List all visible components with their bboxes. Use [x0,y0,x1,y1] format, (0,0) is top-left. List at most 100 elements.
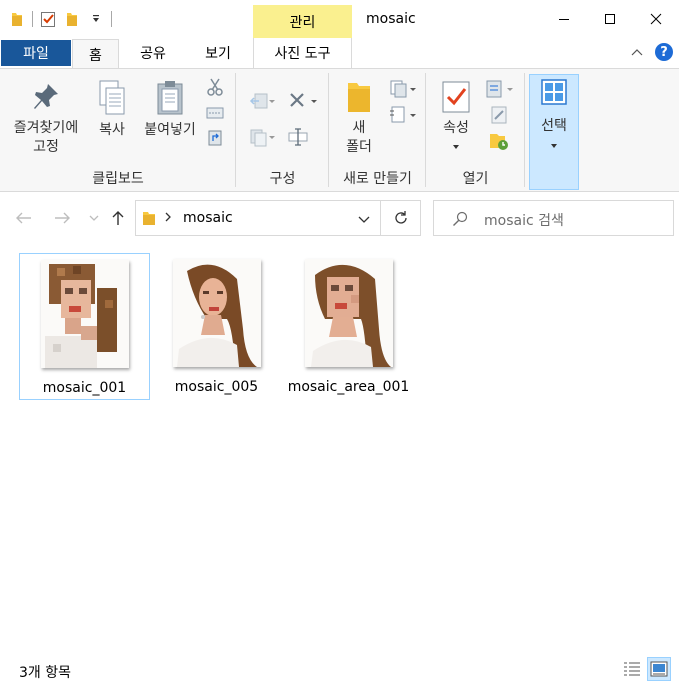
toolbar-divider [32,11,33,27]
minimize-button[interactable] [541,0,587,38]
move-to-icon[interactable] [246,91,276,111]
rename-icon[interactable] [286,127,310,147]
up-arrow-icon [112,211,124,225]
quick-access-toolbar [8,9,112,29]
image-thumbnail [304,259,393,367]
file-explorer-window: 관리 mosaic 파일 홈 공유 보기 사진 도구 ? 즐겨찾기에 고정 복사… [0,0,679,687]
chevron-down-icon [89,215,99,221]
pin-to-quick-access-button[interactable]: 즐겨찾기에고정 [6,81,86,157]
pin-label-line1: 즐겨찾기에 [13,120,79,136]
tab-file[interactable]: 파일 [1,40,71,66]
address-bar[interactable]: mosaic [135,200,381,236]
back-button[interactable] [14,207,34,229]
window-title: mosaic [366,11,416,27]
up-button[interactable] [108,207,128,229]
customize-toolbar-dropdown-icon[interactable] [87,10,105,28]
image-thumbnail [40,260,129,368]
title-bar: 관리 mosaic [0,0,679,38]
search-icon [452,211,468,231]
cut-icon[interactable] [205,77,225,97]
address-history-dropdown[interactable] [358,213,370,228]
paste-icon [157,81,183,115]
breadcrumb-segment[interactable]: mosaic [183,210,233,226]
back-arrow-icon [16,212,31,224]
ribbon: 즐겨찾기에 고정 복사 붙여넣기 클립보드 구성 새 폴더 새로 만들기 속성 … [0,68,679,192]
edit-icon[interactable] [484,105,514,125]
new-group-label: 새로 만들기 [343,171,412,187]
collapse-ribbon-icon[interactable] [631,45,643,60]
recent-locations-button[interactable] [84,207,104,229]
file-name: mosaic_005 [174,379,259,395]
refresh-button[interactable] [381,200,421,236]
paste-shortcut-icon[interactable] [205,127,225,147]
open-group: 속성 열기 [426,69,525,191]
image-thumbnail [172,259,261,367]
folder-icon[interactable] [8,10,26,28]
open-icon[interactable] [484,79,514,99]
new-group: 새 폴더 새로 만들기 [329,69,426,191]
file-name: mosaic_001 [42,380,127,396]
copy-icon [99,80,125,115]
properties-icon[interactable] [39,10,57,28]
new-folder-icon [348,83,370,112]
paste-button[interactable]: 붙여넣기 [140,79,200,140]
new-folder-label-line1: 새 [352,120,366,136]
large-icons-view-button[interactable] [647,657,671,681]
tab-share[interactable]: 공유 [128,38,178,68]
tab-home[interactable]: 홈 [72,39,119,69]
manage-context-tab[interactable]: 관리 [253,5,352,38]
properties-icon [442,81,470,113]
new-folder-icon[interactable] [63,10,81,28]
ribbon-right-controls: ? [631,43,673,61]
status-bar: 3개 항목 [0,654,679,687]
easy-access-icon[interactable] [387,105,417,125]
pin-icon [34,84,58,109]
clipboard-group: 즐겨찾기에 고정 복사 붙여넣기 클립보드 [0,69,236,191]
organize-group-label: 구성 [269,171,296,187]
file-item[interactable]: mosaic_005 [151,253,282,400]
maximize-button[interactable] [587,0,633,38]
details-view-icon [624,662,640,676]
search-box[interactable]: mosaic 검색 [433,200,674,236]
organize-group: 구성 [236,69,329,191]
new-folder-button[interactable]: 새 폴더 [337,79,381,157]
item-count: 3개 항목 [19,665,71,681]
help-icon[interactable]: ? [655,43,673,61]
history-icon[interactable] [484,131,514,151]
ribbon-tabs: 파일 홈 공유 보기 사진 도구 ? [0,38,679,69]
file-list: mosaic_001 mosaic_005 mosaic_area_001 [0,240,679,640]
tab-view[interactable]: 보기 [188,38,248,68]
chevron-down-icon [358,216,370,223]
file-item[interactable]: mosaic_area_001 [283,253,414,400]
copy-path-icon[interactable] [205,103,225,123]
details-view-button[interactable] [620,657,644,681]
open-group-label: 열기 [462,171,489,187]
select-label: 선택 [541,118,567,134]
forward-arrow-icon [55,212,70,224]
folder-icon [142,210,156,230]
tab-picture-tools[interactable]: 사진 도구 [253,38,352,68]
forward-button[interactable] [52,207,72,229]
chevron-right-icon[interactable] [164,211,172,227]
new-item-icon[interactable] [387,79,417,99]
pin-label-line2: 고정 [33,139,59,155]
search-placeholder: mosaic 검색 [484,213,564,229]
caption-buttons [541,0,679,38]
file-item[interactable]: mosaic_001 [19,253,150,400]
delete-icon[interactable] [286,91,320,111]
properties-label: 속성 [443,120,469,136]
navigation-bar: mosaic mosaic 검색 [0,199,679,239]
copy-button[interactable]: 복사 [92,79,132,140]
select-button[interactable]: 선택 [529,74,579,190]
chevron-down-icon [453,145,459,149]
paste-label: 붙여넣기 [144,122,196,138]
refresh-icon [394,211,407,224]
properties-button[interactable]: 속성 [434,79,478,150]
copy-to-icon[interactable] [246,127,276,147]
close-button[interactable] [633,0,679,38]
file-name: mosaic_area_001 [287,379,410,395]
copy-label: 복사 [99,122,125,138]
toolbar-divider [111,11,112,27]
large-icons-view-icon [650,661,668,677]
select-icon [541,79,567,105]
